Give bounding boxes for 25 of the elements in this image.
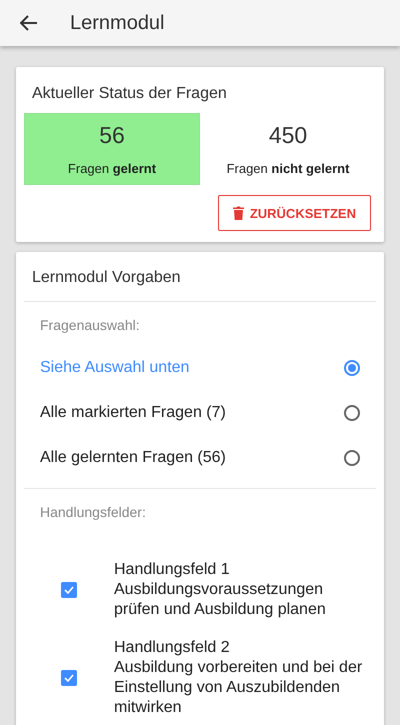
section-label: Fragenauswahl:	[39, 316, 141, 333]
radio-option-label[interactable]: Alle markierten Fragen (7)	[40, 404, 226, 422]
stat-count: 450	[268, 122, 308, 149]
reset-button[interactable]: ZURÜCKSETZEN	[218, 195, 371, 231]
checkmark-icon	[64, 674, 74, 682]
back-arrow-icon	[20, 15, 38, 31]
stat-count: 56	[99, 122, 125, 149]
field-description: Ausbildungsvoraussetzungen prüfen und Ausbildung planen	[114, 580, 327, 620]
screen-title: Lernmodul	[70, 12, 165, 34]
stat-label: Fragen nicht gelernt	[226, 161, 350, 176]
radio-button[interactable]	[344, 450, 360, 466]
field-title: Handlungsfeld 1	[114, 560, 231, 580]
card-title: Aktueller Status der Fragen	[31, 84, 228, 103]
checkbox[interactable]	[61, 582, 77, 598]
radio-button[interactable]	[344, 404, 360, 420]
checkmark-icon	[64, 586, 74, 594]
stat-label: Fragen gelernt	[68, 161, 156, 176]
trash-icon	[232, 206, 244, 220]
field-description: Ausbildung vorbereiten und bei der Einstellung von Auszubildenden mitwirken	[114, 658, 364, 718]
card-title: Lernmodul Vorgaben	[24, 252, 376, 302]
checkbox[interactable]	[61, 670, 77, 686]
radio-option-label[interactable]: Alle gelernten Fragen (56)	[40, 448, 226, 466]
field-title: Handlungsfeld 2	[114, 638, 231, 658]
section-label: Handlungsfelder:	[39, 503, 147, 520]
radio-button[interactable]	[344, 360, 360, 376]
